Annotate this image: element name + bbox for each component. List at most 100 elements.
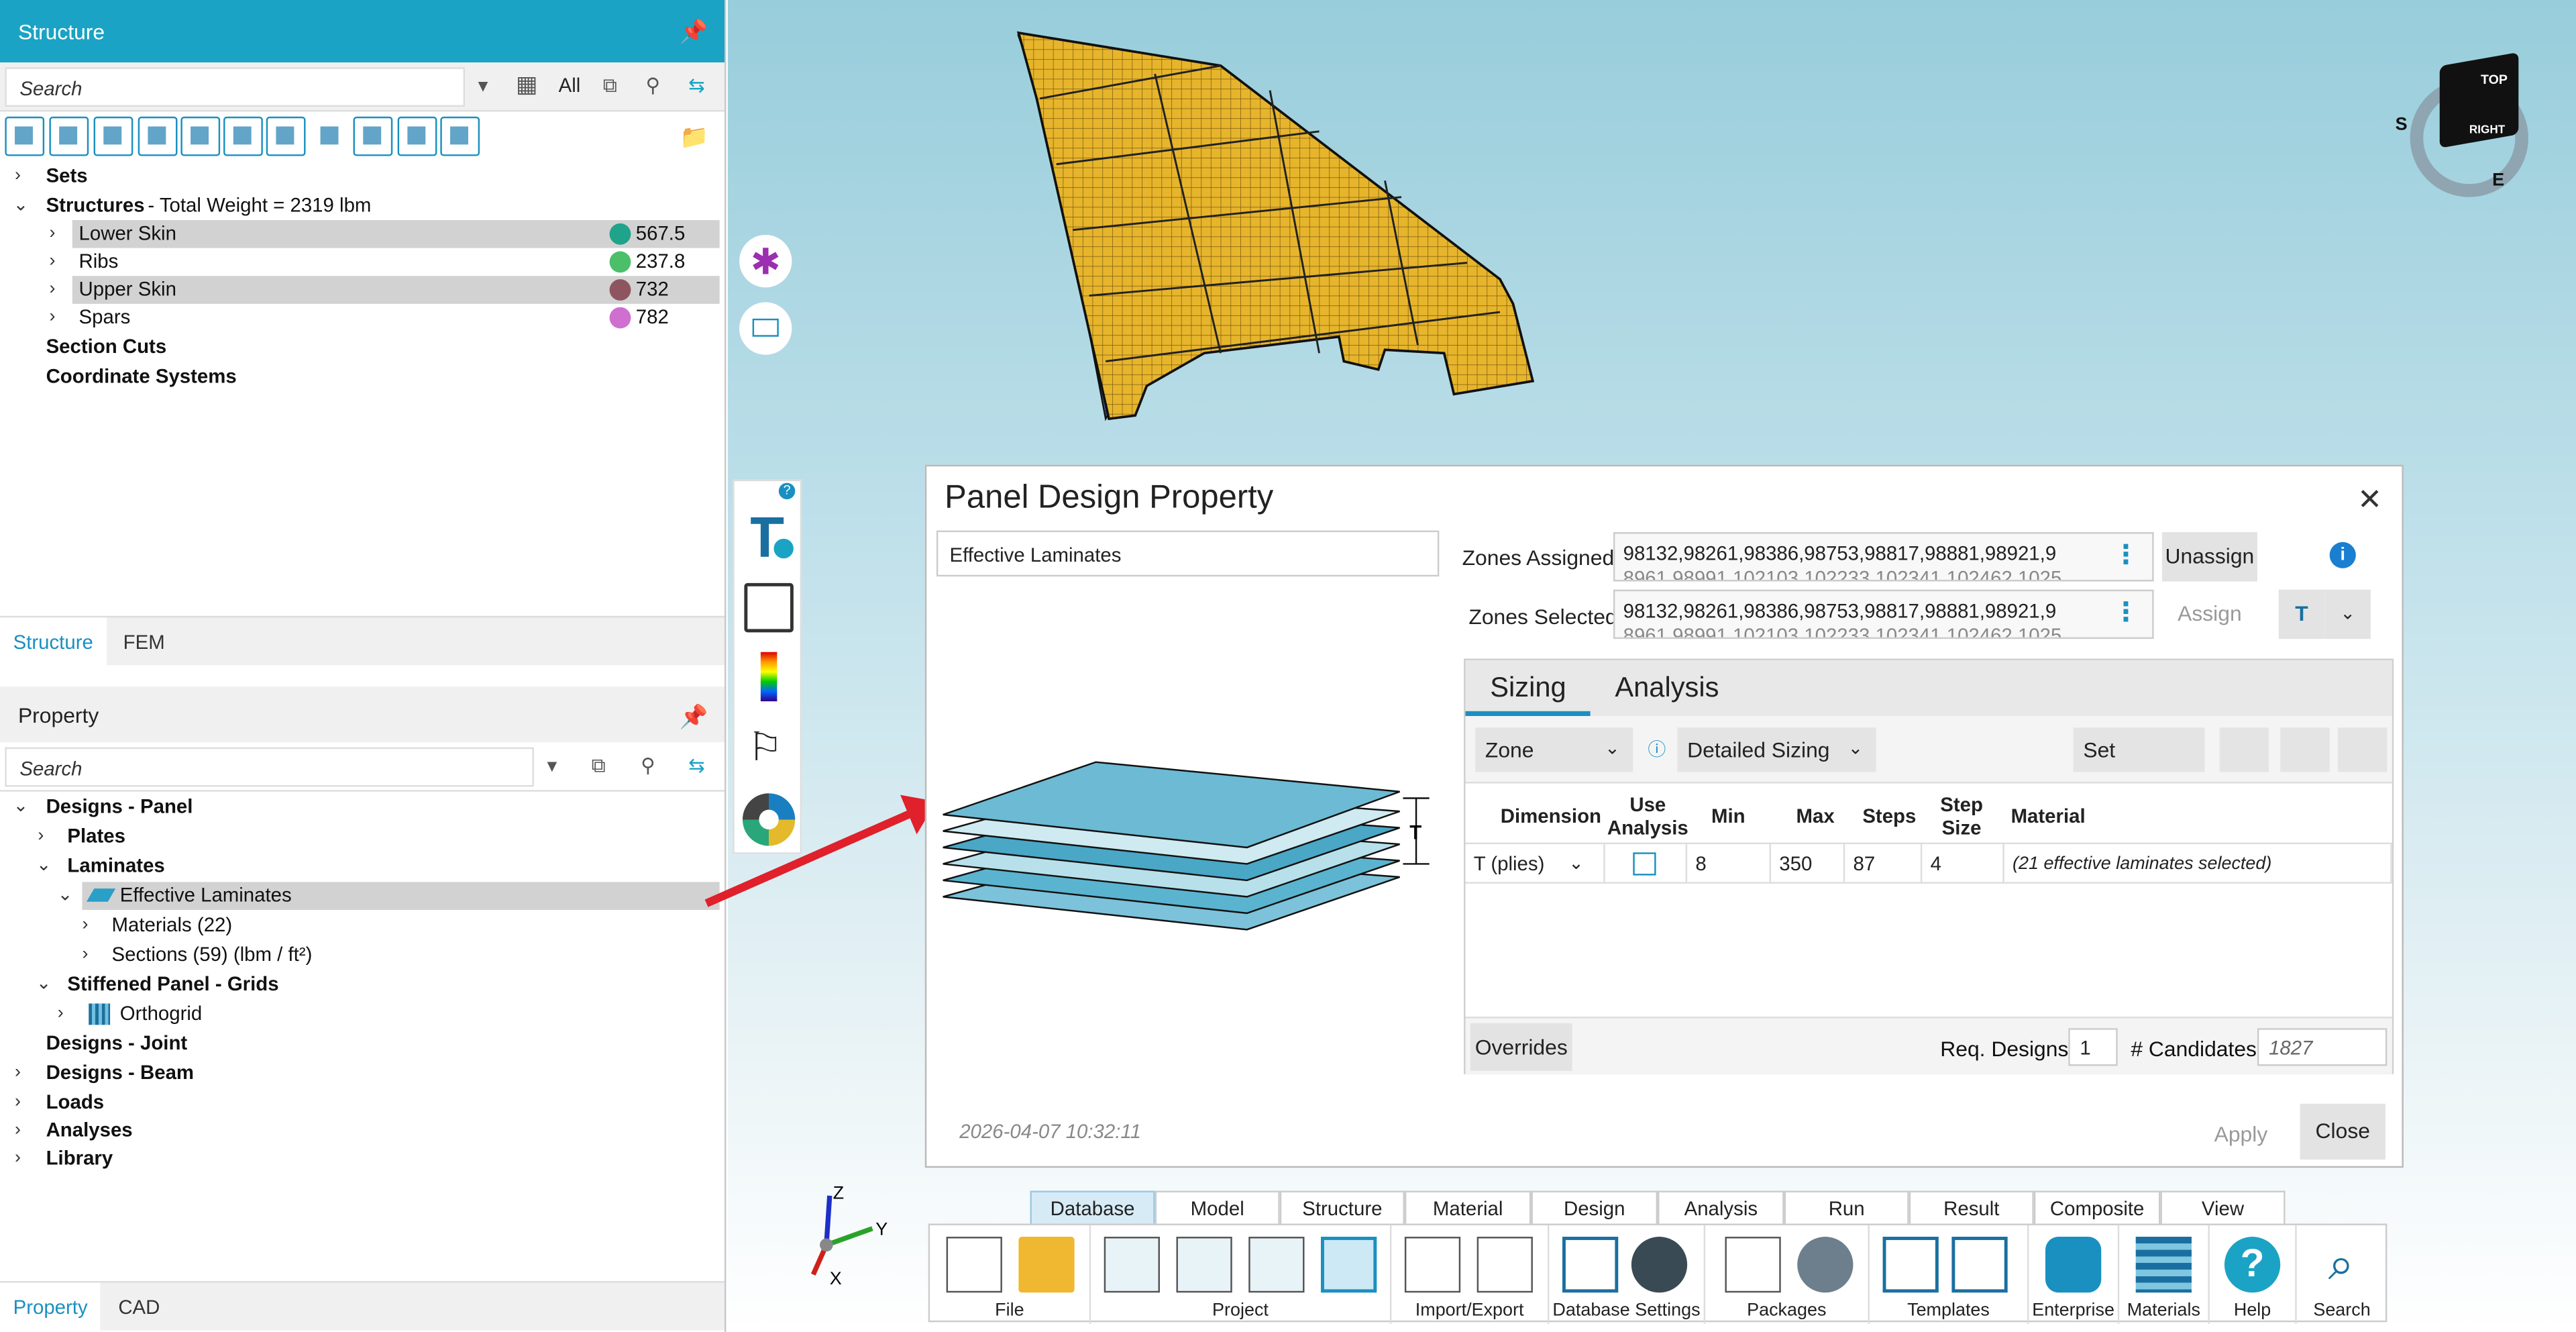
tree-item-lower-skin[interactable]: › Lower Skin 567.5 (0, 219, 724, 248)
ribbon-tab-model[interactable]: Model (1155, 1190, 1280, 1224)
collapse-icon[interactable]: ⌄ (13, 192, 29, 220)
zone-select[interactable]: Zone ⌄ (1475, 727, 1633, 772)
apply-button[interactable]: Apply (2195, 1107, 2287, 1163)
close-icon[interactable]: ✕ (2357, 483, 2382, 517)
unassign-button[interactable]: Unassign (2161, 532, 2257, 582)
layers-filter-icon[interactable] (310, 116, 350, 156)
shell-filter-icon[interactable] (93, 116, 133, 156)
structure-search-input[interactable]: Search (5, 67, 466, 107)
view-cube[interactable]: TOP RIGHT S E (2390, 49, 2538, 197)
tree-item-designs-panel[interactable]: ⌄ Designs - Panel (0, 793, 724, 821)
help-icon[interactable]: ? (2224, 1237, 2281, 1293)
flag-icon[interactable]: ⚐ (747, 724, 783, 772)
settings-gear-icon[interactable] (1631, 1237, 1688, 1293)
cube-filter-icon[interactable]: ▦ (516, 70, 537, 99)
new-project-icon[interactable] (1104, 1237, 1160, 1293)
open-folder-icon[interactable] (1018, 1237, 1075, 1293)
pin-icon[interactable]: 📌 (680, 703, 708, 731)
zones-assigned-menu-icon[interactable]: ⋮ (2112, 539, 2139, 572)
rectangle-view-button[interactable] (739, 302, 792, 355)
database-stack-icon[interactable] (2045, 1237, 2102, 1293)
info-icon[interactable]: ⓘ (1648, 736, 1666, 762)
info-icon[interactable]: i (2329, 542, 2356, 568)
help-icon[interactable]: ? (778, 482, 796, 500)
expand-icon[interactable]: › (49, 276, 55, 304)
tree-item-orthogrid[interactable]: › Orthogrid (0, 1001, 724, 1029)
eye-filter-icon[interactable] (353, 116, 393, 156)
sync-icon[interactable]: ⇆ (688, 754, 705, 776)
axis-filter-icon[interactable] (440, 116, 480, 156)
candidates-input[interactable]: 1827 (2257, 1028, 2387, 1066)
collapse-icon[interactable]: ⌄ (36, 971, 52, 999)
export-icon[interactable] (1477, 1237, 1533, 1293)
tree-item-effective-laminates[interactable]: ⌄ Effective Laminates (0, 882, 724, 910)
sync-icon[interactable]: ⇆ (688, 74, 705, 97)
ribbon-tab-database[interactable]: Database (1030, 1190, 1155, 1224)
tab-cad[interactable]: CAD (105, 1283, 173, 1332)
expand-icon[interactable]: › (15, 162, 21, 191)
project-cube-icon[interactable] (1320, 1237, 1377, 1293)
color-scale-icon[interactable] (760, 652, 777, 702)
chevron-down-icon[interactable]: ▾ (478, 74, 488, 97)
filter-all-label[interactable]: All (559, 74, 581, 97)
zones-selected-field[interactable]: 98132,98261,98386,98753,98817,98881,9892… (1613, 589, 2154, 639)
tree-item-sections[interactable]: › Sections (59) (lbm / ft²) (0, 941, 724, 969)
package-gear-icon[interactable] (1797, 1237, 1854, 1293)
expand-icon[interactable]: › (15, 1117, 21, 1145)
effective-laminates-field[interactable]: Effective Laminates (936, 530, 1440, 577)
tree-item-loads[interactable]: › Loads (0, 1089, 724, 1117)
tree-item-laminates[interactable]: ⌄ Laminates (0, 852, 724, 880)
expand-icon[interactable]: › (15, 1145, 21, 1173)
template-alt-icon[interactable] (1951, 1237, 2008, 1293)
step-size-cell[interactable]: 4 (1922, 842, 2004, 884)
tab-analysis[interactable]: Analysis (1591, 660, 1744, 716)
columns-icon[interactable] (2337, 727, 2387, 772)
set-variables-button[interactable]: Set Variables (2073, 727, 2205, 807)
tree-item-library[interactable]: › Library (0, 1145, 724, 1173)
overrides-button[interactable]: Overrides (1470, 1023, 1572, 1071)
pin-icon[interactable]: 📌 (680, 18, 708, 46)
tree-item-section-cuts[interactable]: Section Cuts (0, 334, 724, 362)
ribbon-tab-composite[interactable]: Composite (2033, 1190, 2161, 1224)
expand-icon[interactable]: › (49, 304, 55, 332)
tree-item-ribs[interactable]: › Ribs 237.8 (0, 248, 724, 276)
ribbon-tab-structure[interactable]: Structure (1279, 1190, 1405, 1224)
collapse-icon[interactable]: ⧉ (603, 74, 617, 99)
folder-add-icon[interactable]: 📁 (680, 123, 709, 152)
assign-button[interactable]: Assign (2162, 590, 2257, 639)
collapse-icon[interactable]: ⌄ (13, 793, 29, 821)
open-project-icon[interactable] (1176, 1237, 1232, 1293)
package-search-icon[interactable] (1725, 1237, 1781, 1293)
min-cell[interactable]: 8 (1687, 842, 1772, 884)
tree-item-designs-joint[interactable]: Designs - Joint (0, 1030, 724, 1058)
material-cell[interactable]: (21 effective laminates selected) (2004, 842, 2392, 884)
import-icon[interactable] (1404, 1237, 1461, 1293)
nodes-filter-icon[interactable] (5, 116, 45, 156)
database-template-icon[interactable] (1562, 1237, 1619, 1293)
joint-filter-icon[interactable] (138, 116, 178, 156)
tree-icon[interactable]: ⚲ (645, 74, 660, 97)
collapse-icon[interactable]: ⌄ (58, 882, 73, 910)
ribbon-tab-design[interactable]: Design (1531, 1190, 1658, 1224)
req-designs-input[interactable]: 1 (2068, 1028, 2118, 1066)
plate-filter-icon[interactable] (180, 116, 221, 156)
ribbon-tab-view[interactable]: View (2160, 1190, 2286, 1224)
sigma-edit-icon[interactable] (2219, 727, 2269, 772)
tree-item-upper-skin[interactable]: › Upper Skin 732 (0, 276, 724, 304)
tab-property[interactable]: Property (0, 1282, 101, 1332)
expand-icon[interactable]: › (82, 911, 88, 939)
tree-item-stiffened-panel-grids[interactable]: ⌄ Stiffened Panel - Grids (0, 971, 724, 999)
search-icon[interactable]: ⌕ (2313, 1237, 2369, 1292)
assign-tool-button[interactable]: T (2278, 589, 2325, 639)
box-filter-icon[interactable] (266, 116, 306, 156)
beam-filter-icon[interactable] (223, 116, 263, 156)
expand-icon[interactable]: › (82, 941, 88, 969)
use-analysis-checkbox[interactable] (1633, 852, 1656, 876)
template-icon[interactable] (1882, 1237, 1939, 1293)
asterisk-button[interactable]: ✱ (739, 235, 792, 288)
tree-icon[interactable]: ⚲ (641, 754, 655, 776)
solid-filter-icon[interactable] (49, 116, 89, 156)
steps-cell[interactable]: 87 (1845, 842, 1923, 884)
tree-item-designs-beam[interactable]: › Designs - Beam (0, 1060, 724, 1088)
expand-icon[interactable]: › (15, 1060, 21, 1088)
